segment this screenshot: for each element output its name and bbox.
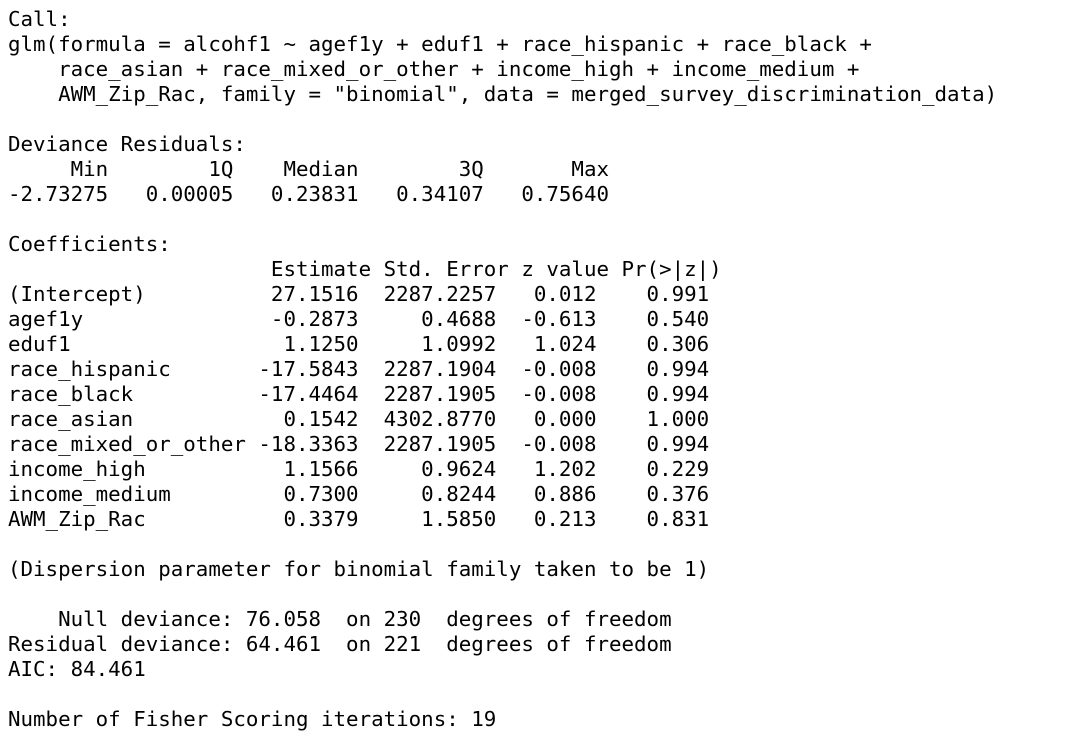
deviance-residuals-header: Deviance Residuals: bbox=[8, 132, 259, 156]
call-header: Call: bbox=[8, 7, 71, 31]
coefficient-row: eduf1 1.1250 1.0992 1.024 0.306 bbox=[8, 332, 710, 356]
dispersion-note: (Dispersion parameter for binomial famil… bbox=[8, 557, 710, 581]
coefficients-column-header: Estimate Std. Error z value Pr(>|z|) bbox=[8, 257, 722, 281]
aic-line: AIC: 84.461 bbox=[8, 657, 146, 681]
coefficient-row: agef1y -0.2873 0.4688 -0.613 0.540 bbox=[8, 307, 710, 331]
deviance-residuals-labels: Min 1Q Median 3Q Max bbox=[8, 157, 635, 181]
coefficient-row: income_high 1.1566 0.9624 1.202 0.229 bbox=[8, 457, 710, 481]
coefficients-header: Coefficients: bbox=[8, 232, 171, 256]
r-console-output: Call: glm(formula = alcohf1 ~ agef1y + ed… bbox=[8, 7, 997, 732]
call-line: AWM_Zip_Rac, family = "binomial", data =… bbox=[8, 82, 998, 106]
call-line: race_asian + race_mixed_or_other + incom… bbox=[8, 57, 872, 81]
coefficient-row: race_mixed_or_other -18.3363 2287.1905 -… bbox=[8, 432, 710, 456]
coefficient-row: race_asian 0.1542 4302.8770 0.000 1.000 bbox=[8, 407, 710, 431]
call-line: glm(formula = alcohf1 ~ agef1y + eduf1 +… bbox=[8, 32, 885, 56]
coefficient-row: income_medium 0.7300 0.8244 0.886 0.376 bbox=[8, 482, 710, 506]
null-deviance-line: Null deviance: 76.058 on 230 degrees of … bbox=[8, 607, 672, 631]
coefficient-row: race_black -17.4464 2287.1905 -0.008 0.9… bbox=[8, 382, 710, 406]
coefficient-row: AWM_Zip_Rac 0.3379 1.5850 0.213 0.831 bbox=[8, 507, 710, 531]
fisher-iterations-line: Number of Fisher Scoring iterations: 19 bbox=[8, 707, 497, 731]
deviance-residuals-values: -2.73275 0.00005 0.23831 0.34107 0.75640 bbox=[8, 182, 635, 206]
coefficient-row: (Intercept) 27.1516 2287.2257 0.012 0.99… bbox=[8, 282, 710, 306]
residual-deviance-line: Residual deviance: 64.461 on 221 degrees… bbox=[8, 632, 672, 656]
coefficient-row: race_hispanic -17.5843 2287.1904 -0.008 … bbox=[8, 357, 710, 381]
